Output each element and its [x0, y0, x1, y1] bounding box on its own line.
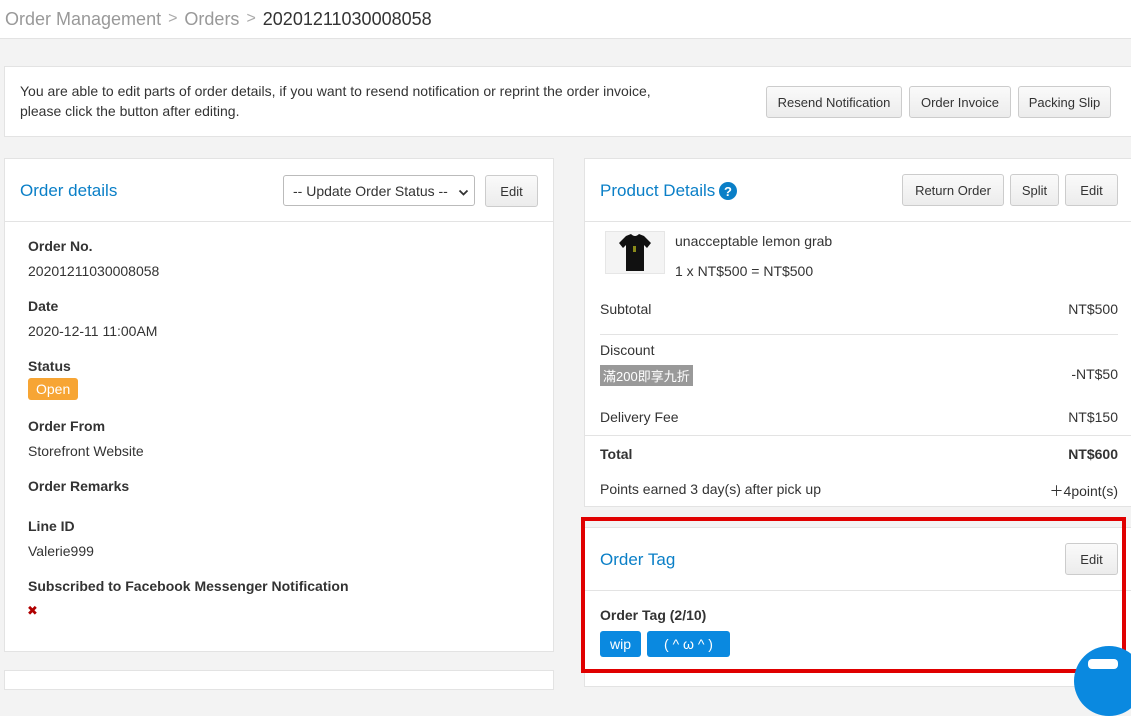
order-tag-chip[interactable]: ( ^ ω ^ )	[647, 631, 730, 657]
status-badge: Open	[28, 378, 79, 400]
delivery-fee-label: Delivery Fee	[600, 409, 679, 425]
update-order-status-select[interactable]: -- Update Order Status --	[283, 175, 475, 206]
product-thumbnail[interactable]	[605, 231, 665, 274]
order-details-card: Order details -- Update Order Status -- …	[4, 158, 554, 652]
date-value: 2020-12-11 11:00AM	[28, 323, 158, 339]
discount-label: Discount	[600, 342, 655, 358]
points-value: ＋4point(s)	[1049, 483, 1118, 499]
subtotal-value: NT$500	[1068, 301, 1118, 317]
discount-name-badge: 滿200即享九折	[600, 365, 693, 386]
order-from-label: Order From	[28, 418, 106, 434]
notice-card: You are able to edit parts of order deta…	[4, 66, 1131, 137]
breadcrumb-orders[interactable]: Orders	[184, 9, 239, 30]
product-edit-button[interactable]: Edit	[1065, 174, 1118, 206]
order-tag-title: Order Tag	[600, 550, 676, 569]
messenger-label: Subscribed to Facebook Messenger Notific…	[28, 578, 349, 594]
return-order-button[interactable]: Return Order	[902, 174, 1004, 206]
points-label: Points earned 3 day(s) after pick up	[600, 481, 822, 497]
notice-line-2: please click the button after editing.	[20, 103, 240, 119]
chat-bubble-icon[interactable]	[1074, 646, 1131, 716]
product-qty-price: 1 x NT$500 = NT$500	[675, 263, 814, 279]
divider	[5, 221, 553, 222]
order-tag-count-label: Order Tag (2/10)	[600, 607, 707, 623]
product-name[interactable]: unacceptable lemon grab	[675, 233, 832, 249]
subtotal-label: Subtotal	[600, 301, 652, 317]
breadcrumb-order-management[interactable]: Order Management	[5, 9, 161, 30]
line-id-value: Valerie999	[28, 543, 94, 559]
breadcrumb: Order Management > Orders > 202012110300…	[0, 0, 1131, 39]
divider	[585, 590, 1131, 591]
total-value: NT$600	[1068, 446, 1118, 462]
resend-notification-button[interactable]: Resend Notification	[766, 86, 902, 118]
breadcrumb-current: 20201211030008058	[262, 8, 432, 29]
order-tag-chip[interactable]: wip	[600, 631, 641, 657]
discount-value: -NT$50	[1071, 366, 1118, 382]
total-label: Total	[600, 446, 633, 462]
breadcrumb-separator: >	[168, 10, 178, 27]
order-details-title: Order details	[20, 181, 118, 200]
status-label: Status	[28, 358, 71, 374]
update-order-status-value: -- Update Order Status --	[293, 182, 448, 199]
tshirt-icon	[619, 234, 651, 271]
product-details-card: Product Details ? Return Order Split Edi…	[584, 158, 1131, 507]
line-id-label: Line ID	[28, 518, 75, 534]
divider	[585, 221, 1131, 222]
order-no-value: 20201211030008058	[28, 263, 160, 279]
divider	[600, 334, 1118, 335]
order-no-label: Order No.	[28, 238, 93, 254]
delivery-fee-value: NT$150	[1068, 409, 1118, 425]
order-from-value: Storefront Website	[28, 443, 144, 459]
breadcrumb-separator: >	[246, 10, 256, 27]
packing-slip-button[interactable]: Packing Slip	[1018, 86, 1111, 118]
order-remarks-label: Order Remarks	[28, 478, 130, 494]
split-button[interactable]: Split	[1010, 174, 1059, 206]
divider	[585, 435, 1131, 436]
next-card	[4, 670, 554, 690]
close-icon: ✖	[27, 603, 38, 618]
notice-line-1: You are able to edit parts of order deta…	[20, 83, 651, 99]
help-icon[interactable]: ?	[719, 182, 737, 200]
order-details-edit-button[interactable]: Edit	[485, 175, 538, 207]
order-invoice-button[interactable]: Order Invoice	[909, 86, 1011, 118]
date-label: Date	[28, 298, 59, 314]
chevron-down-icon	[458, 185, 469, 201]
order-tag-card: Order Tag Edit Order Tag (2/10) wip ( ^ …	[584, 527, 1131, 687]
product-details-title: Product Details	[600, 181, 716, 200]
order-tag-edit-button[interactable]: Edit	[1065, 543, 1118, 575]
